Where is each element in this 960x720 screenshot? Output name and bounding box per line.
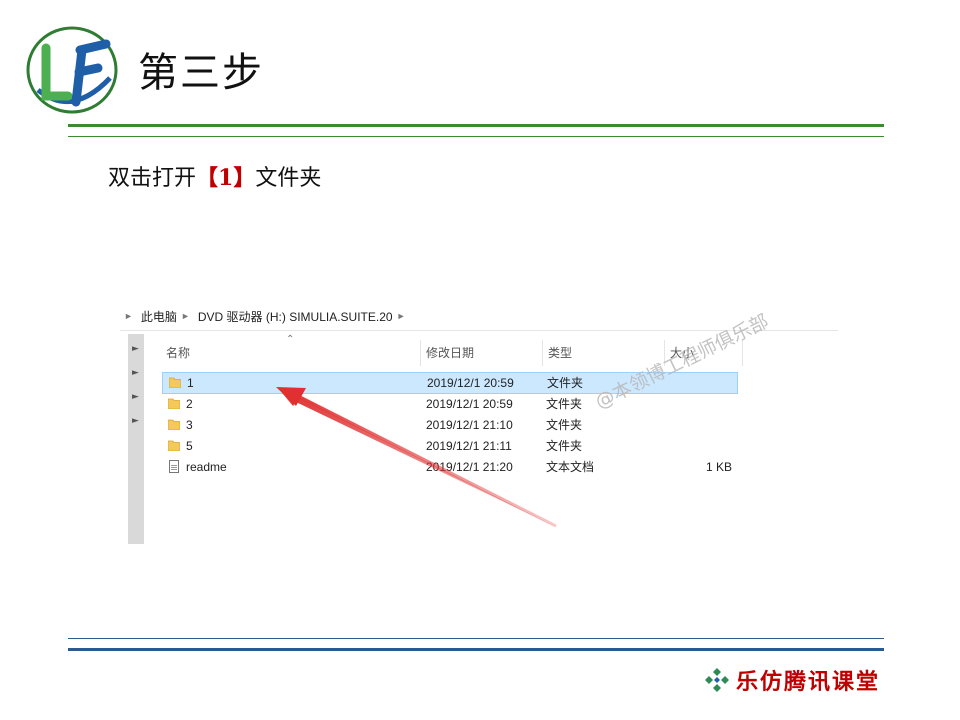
file-name: readme — [186, 460, 227, 474]
file-type: 文件夹 — [546, 418, 583, 432]
diamond-cluster-icon — [704, 668, 729, 692]
folder-icon — [169, 377, 181, 388]
expand-icon[interactable]: ► — [132, 368, 139, 378]
list-item-folder-2[interactable]: 2 2019/12/1 20:59 文件夹 — [162, 394, 736, 414]
folder-icon — [168, 398, 180, 409]
instruction-highlight: 【1】 — [196, 165, 256, 191]
list-item-readme[interactable]: readme 2019/12/1 21:20 文本文档 1 KB — [162, 457, 736, 477]
file-size: 1 KB — [706, 460, 733, 474]
file-name: 2 — [186, 397, 193, 411]
file-type: 文件夹 — [546, 439, 583, 453]
file-date: 2019/12/1 20:59 — [426, 397, 513, 411]
list-item-folder-5[interactable]: 5 2019/12/1 21:11 文件夹 — [162, 436, 736, 456]
instruction-suffix: 文件夹 — [255, 166, 322, 191]
file-name: 3 — [186, 418, 193, 432]
top-divider-thin — [68, 136, 884, 137]
list-item-folder-3[interactable]: 3 2019/12/1 21:10 文件夹 — [162, 415, 736, 435]
chevron-right-icon[interactable]: ► — [181, 311, 190, 321]
breadcrumb-this-pc[interactable]: 此电脑 — [141, 308, 177, 325]
file-name: 5 — [186, 439, 193, 453]
file-type: 文件夹 — [546, 397, 583, 411]
chevron-right-icon[interactable]: ► — [397, 311, 406, 321]
bottom-divider-thin — [68, 638, 884, 639]
top-divider — [68, 124, 884, 127]
file-date: 2019/12/1 20:59 — [427, 376, 514, 390]
file-date: 2019/12/1 21:11 — [426, 439, 512, 453]
folder-icon — [168, 440, 180, 451]
folder-icon — [168, 419, 180, 430]
column-header-date[interactable]: 修改日期 — [422, 340, 543, 366]
file-name: 1 — [187, 376, 194, 390]
breadcrumb-dvd-drive[interactable]: DVD 驱动器 (H:) SIMULIA.SUITE.20 — [198, 308, 393, 325]
file-date: 2019/12/1 21:20 — [426, 460, 513, 474]
lf-logo — [26, 26, 118, 114]
file-date: 2019/12/1 21:10 — [426, 418, 513, 432]
page-title: 第三步 — [138, 50, 264, 96]
instruction-text: 双击打开【1】文件夹 — [108, 160, 321, 192]
navigation-pane[interactable]: ► ► ► ► — [128, 334, 144, 544]
expand-icon[interactable]: ► — [132, 416, 139, 426]
chevron-right-icon[interactable]: ► — [124, 311, 133, 321]
expand-icon[interactable]: ► — [132, 344, 139, 354]
brand-name: 乐仿腾讯课堂 — [735, 669, 880, 695]
column-header-name[interactable]: 名称 — [162, 340, 421, 366]
file-type: 文件夹 — [547, 376, 584, 390]
file-type: 文本文档 — [546, 460, 595, 474]
expand-icon[interactable]: ► — [132, 392, 139, 402]
instruction-prefix: 双击打开 — [108, 166, 197, 191]
text-file-icon — [169, 460, 179, 473]
bottom-divider — [68, 648, 884, 651]
brand-footer: 乐仿腾讯课堂 — [704, 664, 880, 696]
